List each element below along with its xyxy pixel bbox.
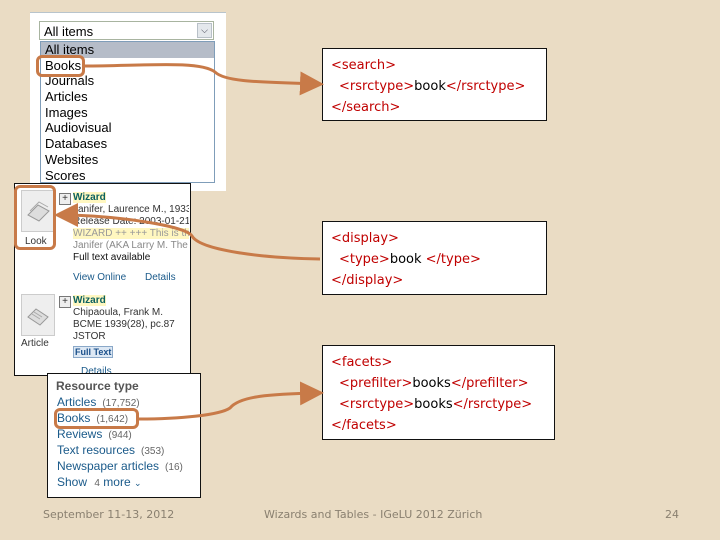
arrow-books-to-search xyxy=(83,63,324,96)
arrow-facet-to-facets xyxy=(138,381,324,421)
footer-date: September 11-13, 2012 xyxy=(43,508,175,521)
arrow-display-to-look xyxy=(54,203,321,261)
footer-title: Wizards and Tables - IGeLU 2012 Zürich xyxy=(264,508,483,521)
page-number: 24 xyxy=(665,508,679,521)
annotation-arrows xyxy=(54,63,324,421)
